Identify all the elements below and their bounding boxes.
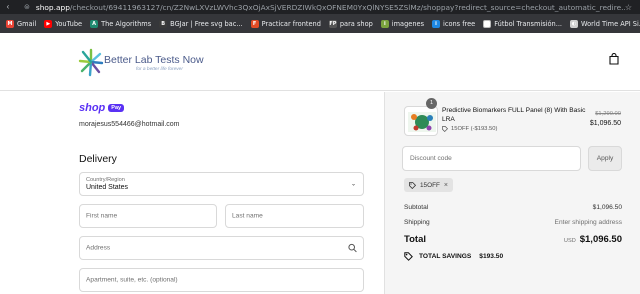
- bookmark-label: Fútbol Transmisión...: [494, 19, 563, 28]
- discount-code-input[interactable]: Discount code: [402, 146, 581, 171]
- bookmark-item[interactable]: F Practicar frontend: [250, 19, 321, 28]
- bookmark-label: imagenes: [391, 19, 425, 28]
- subtotal-label: Subtotal: [404, 204, 429, 211]
- total-savings: TOTAL SAVINGS $193.50: [404, 252, 503, 261]
- savings-value: $193.50: [479, 253, 504, 260]
- order-summary: 1 Predictive Biomarkers FULL Panel (8) W…: [384, 92, 640, 294]
- subtotal-row: Subtotal $1,096.50: [404, 204, 622, 211]
- worldtime-icon: ◐: [570, 19, 579, 28]
- site-info-icon[interactable]: ⊜: [24, 3, 30, 11]
- images-icon: i: [380, 19, 389, 28]
- product-image-icon: [408, 112, 436, 132]
- original-price: $1,290.00: [595, 111, 621, 117]
- bookmark-item[interactable]: M Gmail: [6, 19, 37, 28]
- football-icon: [483, 19, 492, 28]
- shipping-value: Enter shipping address: [554, 219, 622, 226]
- delivery-heading: Delivery: [79, 153, 117, 165]
- browser-address-bar: ‹ ⊜ shop.app/checkout/69411963127/cn/Z2N…: [0, 0, 640, 14]
- remove-discount-icon[interactable]: ×: [444, 182, 448, 189]
- product-thumbnail: [404, 106, 438, 136]
- first-name-placeholder: First name: [86, 212, 118, 220]
- bookmark-item[interactable]: ▶ YouTube: [44, 19, 83, 28]
- gmail-icon: M: [6, 19, 14, 28]
- address-placeholder: Address: [86, 244, 111, 252]
- frontend-icon: F: [250, 19, 259, 28]
- apartment-placeholder: Apartment, suite, etc. (optional): [86, 276, 178, 284]
- url-path: /checkout/69411963127/cn/Z2NwLXVzLWVhc3Q…: [69, 2, 625, 12]
- shopping-bag-icon[interactable]: [609, 53, 619, 65]
- bookmark-item[interactable]: FP para shop: [328, 19, 373, 28]
- country-value: United States: [86, 184, 129, 191]
- icons-free-icon: i: [432, 19, 441, 28]
- bookmark-item[interactable]: Fútbol Transmisión...: [483, 19, 563, 28]
- chevron-down-icon: ⌄: [350, 181, 356, 188]
- url-field[interactable]: shop.app/checkout/69411963127/cn/Z2NwLXV…: [36, 3, 625, 12]
- discount-tag-icon: [442, 126, 448, 132]
- first-name-field[interactable]: First name: [79, 204, 217, 228]
- discount-code-placeholder: Discount code: [410, 155, 452, 162]
- apartment-field[interactable]: Apartment, suite, etc. (optional): [79, 268, 364, 292]
- shop-word: shop: [79, 102, 106, 114]
- bookmark-label: The Algorithms: [101, 19, 152, 28]
- total-currency: USD: [563, 238, 576, 244]
- browser-actions: ☆: [625, 3, 640, 12]
- search-icon: [348, 243, 357, 253]
- shop-bookmark-icon: FP: [328, 19, 337, 28]
- total-amount: USD $1,096.50: [564, 234, 622, 245]
- country-label: Country/Region: [86, 177, 125, 183]
- quantity-badge: 1: [426, 98, 437, 109]
- bookmarks-bar: M Gmail ▶ YouTube A The Algorithms B BGJar | Fr…: [0, 14, 640, 33]
- url-host: shop.app: [35, 2, 70, 12]
- shipping-label: Shipping: [404, 219, 430, 226]
- youtube-icon: ▶: [44, 19, 53, 28]
- total-row: Total USD $1,096.50: [404, 234, 622, 245]
- savings-label: TOTAL SAVINGS: [419, 253, 472, 260]
- last-name-placeholder: Last name: [232, 212, 263, 220]
- address-field[interactable]: Address: [79, 236, 364, 260]
- logo-starburst-icon: [78, 48, 104, 77]
- discount-chip: 15OFF ×: [404, 178, 453, 192]
- checkout-form: shop Pay morajesus554466@hotmail.com Del…: [0, 92, 384, 294]
- total-label: Total: [404, 234, 426, 245]
- bookmark-item[interactable]: A The Algorithms: [90, 19, 152, 28]
- apply-button[interactable]: Apply: [588, 146, 622, 171]
- bookmark-label: Gmail: [17, 19, 37, 28]
- account-email: morajesus554466@hotmail.com: [79, 121, 180, 128]
- algorithms-icon: A: [90, 19, 99, 28]
- logo-title: Better Lab Tests Now: [104, 54, 204, 66]
- browser-nav: ‹: [0, 0, 12, 14]
- discount-line-text: 15OFF (-$193.50): [451, 126, 498, 132]
- logo-tagline: for a better life forever: [136, 67, 183, 72]
- bookmark-label: icons free: [443, 19, 476, 28]
- store-logo[interactable]: Better Lab Tests Now for a better life f…: [78, 45, 228, 81]
- total-value: $1,096.50: [579, 234, 622, 245]
- shipping-row: Shipping Enter shipping address: [404, 219, 622, 226]
- bookmark-label: YouTube: [55, 19, 83, 28]
- back-icon[interactable]: ‹: [4, 0, 12, 14]
- bookmark-star-icon[interactable]: ☆: [625, 3, 632, 12]
- bgjar-icon: B: [159, 19, 168, 28]
- product-name: Predictive Biomarkers FULL Panel (8) Wit…: [442, 107, 586, 123]
- applied-discount-line: 15OFF (-$193.50): [442, 126, 497, 132]
- discount-chip-code: 15OFF: [420, 181, 440, 189]
- bookmark-item[interactable]: i imagenes: [380, 19, 425, 28]
- country-select[interactable]: Country/Region United States ⌄: [79, 172, 364, 196]
- bookmark-label: para shop: [339, 19, 373, 28]
- savings-tag-icon: [404, 252, 413, 261]
- discount-tag-icon: [409, 181, 416, 189]
- bookmark-label: World Time API Si...: [581, 19, 640, 28]
- bookmark-item[interactable]: i icons free: [432, 19, 476, 28]
- subtotal-value: $1,096.50: [592, 204, 622, 211]
- shop-pay-logo[interactable]: shop Pay: [79, 102, 125, 114]
- last-name-field[interactable]: Last name: [225, 204, 364, 228]
- bookmark-item[interactable]: ◐ World Time API Si...: [570, 19, 640, 28]
- discounted-price: $1,096.50: [589, 120, 621, 127]
- bookmark-item[interactable]: B BGJar | Free svg bac...: [159, 19, 243, 28]
- bookmark-label: Practicar frontend: [261, 19, 321, 28]
- store-header: Better Lab Tests Now for a better life f…: [0, 33, 640, 91]
- pay-badge: Pay: [108, 104, 125, 112]
- bookmark-label: BGJar | Free svg bac...: [170, 19, 243, 28]
